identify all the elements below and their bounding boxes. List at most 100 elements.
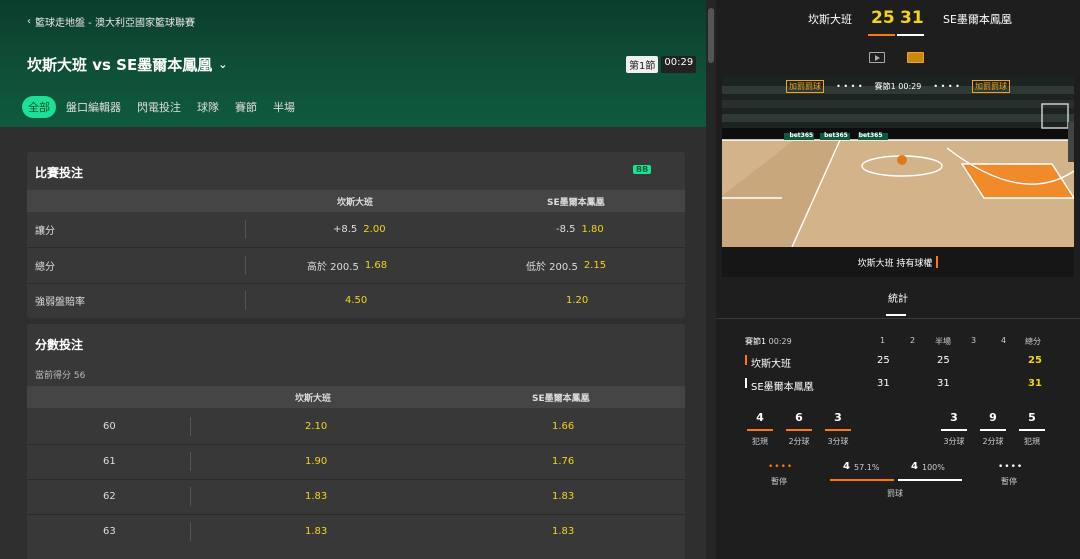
ad-text: bet365	[824, 132, 848, 139]
stat-bar	[747, 429, 773, 431]
odds-home[interactable]: 1.83	[305, 514, 327, 549]
col-half: 半場	[935, 337, 951, 346]
col-q1: 1	[880, 336, 886, 345]
ft-away-pct: 100%	[922, 463, 945, 472]
main-content: ‹ 籃球走地盤 - 澳大利亞國家籃球聯賽 坎斯大班 vs SE墨爾本鳳凰 ⌄ 第…	[0, 0, 706, 559]
home-3pt: 3 3分球	[824, 411, 852, 447]
odds-away[interactable]: -8.5 1.80	[556, 212, 604, 247]
video-icon[interactable]	[869, 52, 885, 63]
chevron-down-icon: ⌄	[218, 58, 228, 71]
ad-text: bet365	[858, 132, 883, 139]
court-icon[interactable]	[907, 52, 924, 63]
breadcrumb-text: 籃球走地盤 - 澳大利亞國家籃球聯賽	[35, 18, 195, 29]
market-tabs: 全部 盤口編輯器 閃電投注 球隊 賽節 半場	[22, 96, 305, 118]
page-title: 坎斯大班 vs SE墨爾本鳳凰	[27, 56, 213, 74]
court-clock: 賽節1 00:29	[874, 82, 922, 91]
row-label: 強弱盤賠率	[35, 297, 85, 308]
odds-home[interactable]: +8.5 2.00	[333, 212, 386, 247]
stat-value: 9	[989, 411, 997, 424]
live-court: bet365 bet365 bet365 加罰罰球 • • • • 賽節1 00…	[722, 76, 1074, 247]
stat-label: 犯規	[1024, 437, 1040, 446]
away-fouls: 5 犯規	[1018, 411, 1046, 447]
breadcrumb[interactable]: ‹ 籃球走地盤 - 澳大利亞國家籃球聯賽	[27, 14, 195, 29]
home-timeout-label: 暫停	[771, 477, 787, 486]
panel-title[interactable]: 分數投注	[27, 324, 685, 362]
dots-icon: • • • •	[933, 82, 960, 91]
stats-away-total: 31	[1028, 378, 1042, 389]
stat-bar	[980, 429, 1006, 431]
stats-period: 賽節1 00:29	[745, 336, 792, 347]
table-header: 坎斯大班 SE墨爾本鳳凰	[27, 386, 685, 408]
odds-home[interactable]: 1.90	[305, 444, 327, 479]
stats-home-name: 坎斯大班	[751, 359, 791, 370]
tab-stats[interactable]: 統計	[716, 290, 1080, 305]
possession-caption: 坎斯大班 持有球權	[722, 247, 1074, 277]
home-color-bar	[868, 34, 895, 36]
ft-away-bar	[898, 479, 962, 481]
stat-bar	[1019, 429, 1045, 431]
line: 低於 200.5	[526, 262, 578, 273]
tab-all[interactable]: 全部	[22, 96, 56, 118]
stat-label: 2分球	[982, 437, 1004, 446]
odds-home[interactable]: 1.83	[305, 479, 327, 514]
possession-marker	[936, 256, 939, 268]
odds-home[interactable]: 2.10	[305, 409, 327, 444]
away-2pt: 9 2分球	[979, 411, 1007, 447]
odds: 1.80	[581, 224, 604, 235]
home-team-name: 坎斯大班	[808, 13, 852, 26]
match-header: ‹ 籃球走地盤 - 澳大利亞國家籃球聯賽 坎斯大班 vs SE墨爾本鳳凰 ⌄ 第…	[0, 0, 706, 127]
away-color-bar	[897, 34, 924, 36]
odds-away[interactable]: 1.83	[552, 514, 574, 549]
stat-value: 4	[756, 411, 764, 424]
home-fouls: 4 犯規	[746, 411, 774, 447]
possession-text: 坎斯大班 持有球權	[857, 258, 933, 269]
stats-away-name: SE墨爾本鳳凰	[751, 382, 814, 393]
row-label: 總分	[35, 262, 55, 273]
active-tab-underline	[886, 314, 906, 316]
match-selector[interactable]: 坎斯大班 vs SE墨爾本鳳凰 ⌄	[27, 54, 227, 75]
odds-home[interactable]: 高於 200.5 1.68	[307, 248, 387, 283]
row-label: 讓分	[35, 226, 55, 237]
odds-away[interactable]: 1.20	[566, 283, 588, 318]
divider	[190, 522, 191, 541]
away-timeout-label: 暫停	[1001, 477, 1017, 486]
ft-home-value: 4	[843, 461, 850, 472]
stat-bar	[786, 429, 812, 431]
divider	[245, 256, 246, 275]
score-value: 61	[103, 456, 116, 467]
stat-bar	[941, 429, 967, 431]
col-home: 坎斯大班	[337, 197, 374, 208]
tab-half[interactable]: 半場	[267, 96, 301, 118]
stat-label: 2分球	[788, 437, 810, 446]
score-bets-panel: 分數投注 當前得分 56 坎斯大班 SE墨爾本鳳凰 60 2.10 1.66 6…	[27, 324, 685, 559]
col-q3: 3	[971, 336, 977, 345]
score-value: 60	[103, 421, 116, 432]
panel-title[interactable]: 比賽投注	[27, 152, 685, 190]
tab-bet-builder[interactable]: 盤口編輯器	[60, 96, 127, 118]
divider	[245, 220, 246, 239]
col-total: 總分	[1025, 337, 1041, 346]
scrollbar-thumb[interactable]	[708, 8, 714, 63]
odds: 1.68	[364, 260, 388, 271]
table-row: 讓分 +8.5 2.00 -8.5 1.80	[27, 212, 685, 247]
scrollbar-track[interactable]	[706, 0, 716, 559]
tab-quarters[interactable]: 賽節	[229, 96, 263, 118]
bb-badge: BB	[633, 165, 652, 174]
tab-flash-bet[interactable]: 閃電投注	[131, 96, 187, 118]
stat-value: 5	[1028, 411, 1036, 424]
odds-home[interactable]: 4.50	[345, 283, 367, 318]
odds-away[interactable]: 低於 200.5 2.15	[526, 248, 606, 283]
score-value: 63	[103, 526, 116, 537]
table-row: 總分 高於 200.5 1.68 低於 200.5 2.15	[27, 248, 685, 283]
stats-away-q1: 31	[877, 378, 890, 389]
live-panel: 坎斯大班 25 31 SE墨爾本鳳凰 bet365 bet365 bet365 …	[716, 0, 1080, 559]
col-away: SE墨爾本鳳凰	[532, 393, 590, 404]
chevron-left-icon: ‹	[27, 16, 31, 27]
team-color-away	[745, 378, 747, 388]
odds-away[interactable]: 1.76	[552, 444, 574, 479]
stat-value: 3	[834, 411, 842, 424]
tab-teams[interactable]: 球隊	[191, 96, 225, 118]
home-score: 25	[871, 8, 895, 28]
odds-away[interactable]: 1.83	[552, 479, 574, 514]
odds-away[interactable]: 1.66	[552, 409, 574, 444]
